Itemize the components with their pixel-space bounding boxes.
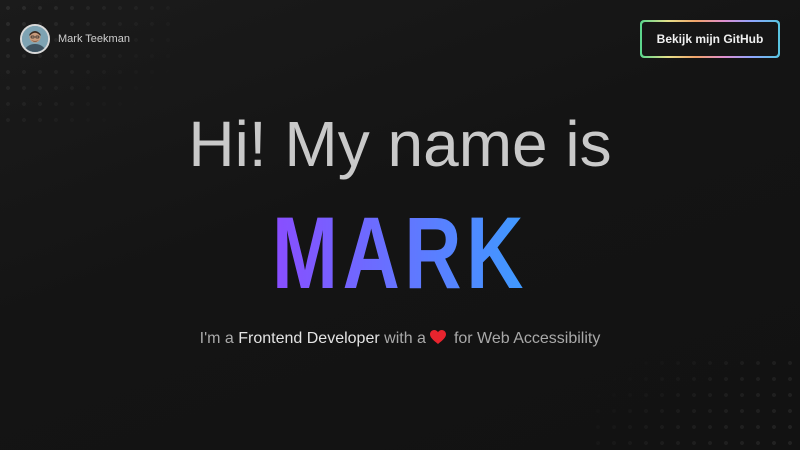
avatar: [20, 24, 50, 54]
hero-name: MARK: [0, 196, 800, 300]
github-button[interactable]: Bekijk mijn GitHub: [640, 20, 780, 58]
tagline-suffix: for Web Accessibility: [453, 330, 601, 347]
hero-name-graphic: MARK: [272, 196, 528, 300]
tagline-mid: with a: [384, 330, 426, 347]
tagline-prefix: I'm a: [199, 330, 234, 347]
hero-name-text: MARK: [272, 196, 528, 300]
hero-greeting: Hi! My name is: [188, 108, 612, 180]
dot-pattern-bottom-right: [590, 355, 800, 450]
tagline-role: Frontend Developer: [238, 330, 380, 347]
home-link[interactable]: Mark Teekman: [20, 24, 130, 54]
hero-tagline: I'm a Frontend Developer with a for Web A…: [0, 327, 800, 353]
github-button-label: Bekijk mijn GitHub: [642, 22, 778, 56]
profile-photo-icon: [22, 26, 48, 52]
site-owner-name: Mark Teekman: [58, 33, 130, 45]
heart-icon: [429, 329, 446, 353]
